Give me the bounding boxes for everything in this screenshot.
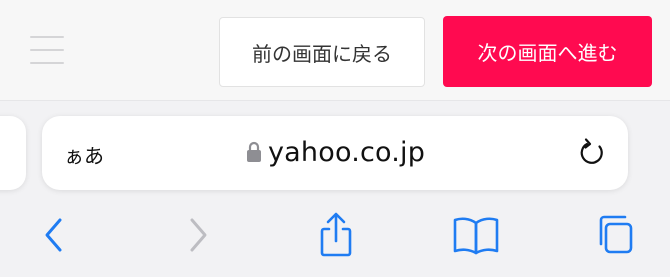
forward-button[interactable] <box>176 212 220 258</box>
address-bar[interactable]: ぁあ yahoo.co.jp <box>42 116 628 190</box>
browser-window: 前の画面に戻る 次の画面へ進む ぁあ yahoo.co.jp <box>0 0 670 277</box>
share-icon <box>320 212 352 257</box>
prev-screen-button[interactable]: 前の画面に戻る <box>219 17 425 87</box>
page-content-top: 前の画面に戻る 次の画面へ進む <box>0 0 670 101</box>
lock-icon <box>247 141 261 162</box>
book-icon <box>453 217 499 255</box>
reader-options-button[interactable]: ぁあ <box>64 140 104 169</box>
share-button[interactable] <box>314 212 358 258</box>
tabs-button[interactable] <box>592 212 636 258</box>
url-display[interactable]: yahoo.co.jp <box>246 136 425 168</box>
back-button[interactable] <box>32 212 76 258</box>
tabs-icon <box>599 215 633 254</box>
reload-icon[interactable] <box>576 136 608 168</box>
next-screen-button[interactable]: 次の画面へ進む <box>443 16 652 87</box>
chevron-right-icon <box>190 218 207 252</box>
chevron-left-icon <box>45 218 62 252</box>
url-text: yahoo.co.jp <box>268 136 426 168</box>
hamburger-menu-icon[interactable] <box>30 36 64 66</box>
bookmarks-button[interactable] <box>450 212 502 258</box>
previous-tab-edge[interactable] <box>0 116 26 190</box>
